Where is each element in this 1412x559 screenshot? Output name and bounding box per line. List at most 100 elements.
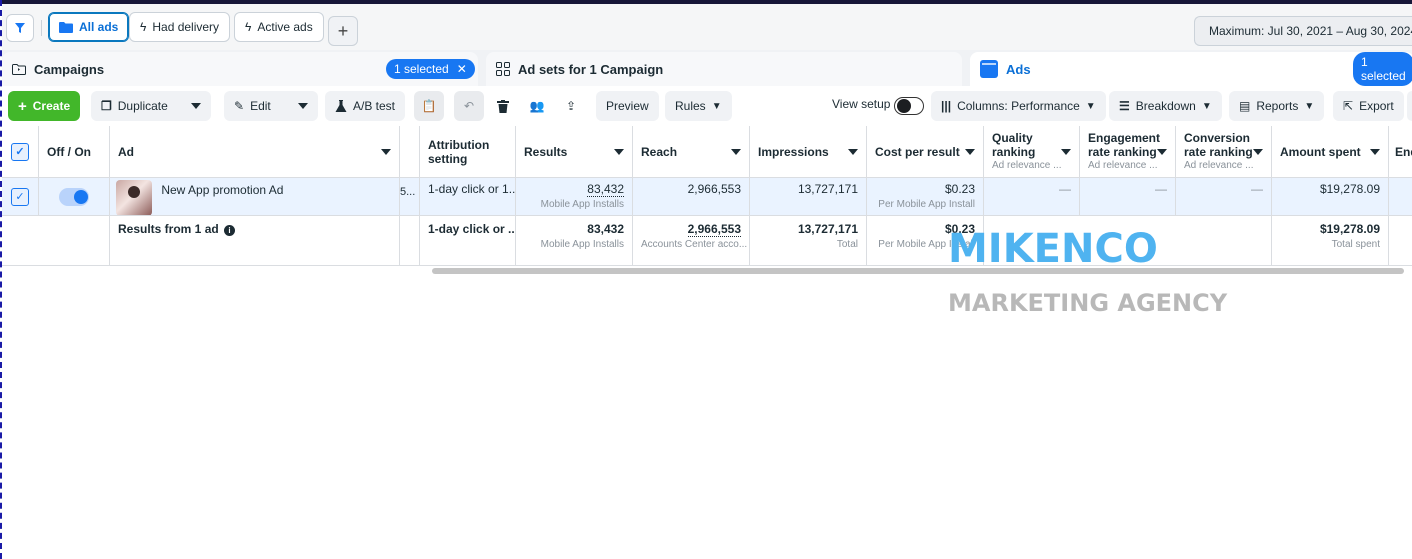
sort-caret-icon[interactable] — [381, 148, 391, 155]
duplicate-dropdown-icon[interactable] — [191, 103, 201, 109]
undo-button[interactable]: ↶ — [454, 91, 484, 121]
sort-caret-icon[interactable] — [1253, 148, 1263, 155]
watermark-subtitle: MARKETING AGENCY — [948, 289, 1228, 317]
people-icon: 👥 — [529, 99, 545, 113]
view-setup-toggle[interactable] — [894, 97, 924, 115]
filter-button[interactable] — [6, 14, 34, 42]
header-ends[interactable]: End — [1389, 126, 1412, 177]
totals-label-cell: Results from 1 ad i — [110, 216, 400, 265]
header-quality-sub: Ad relevance ... — [992, 159, 1062, 171]
sort-caret-icon[interactable] — [1061, 148, 1071, 155]
ad-name[interactable]: New App promotion Ad — [161, 183, 283, 197]
trash-icon — [497, 99, 509, 113]
preview-button[interactable]: Preview — [596, 91, 659, 121]
totals-spacer — [2, 216, 39, 265]
campaigns-selected-label: 1 selected — [394, 62, 449, 76]
horizontal-scrollbar[interactable] — [432, 268, 1404, 274]
ads-selected-pill[interactable]: 1 selected — [1353, 52, 1412, 86]
totals-amount-sub: Total spent — [1331, 239, 1380, 250]
chip-all-ads[interactable]: All ads — [48, 12, 130, 42]
header-results[interactable]: Results — [516, 126, 633, 177]
preview-label: Preview — [606, 99, 649, 113]
table-row[interactable]: ✓ New App promotion Ad 5... 1-day click … — [2, 178, 1412, 216]
share-icon: ⇪ — [565, 99, 577, 113]
header-cost-per-result[interactable]: Cost per result — [867, 126, 984, 177]
create-label: Create — [32, 99, 71, 113]
rules-button[interactable]: Rules ▼ — [665, 91, 732, 121]
truncated-cell: 5... — [400, 178, 420, 215]
tab-ads[interactable]: Ads 1 selected — [970, 52, 1412, 86]
check-icon: ✓ — [15, 191, 25, 203]
edit-button[interactable]: ✎ Edit — [224, 91, 318, 121]
header-ends-label: End — [1395, 144, 1412, 159]
totals-results-cell: 83,432 Mobile App Installs — [516, 216, 633, 265]
impressions-value: 13,727,171 — [797, 182, 858, 196]
impressions-cell: 13,727,171 — [750, 178, 867, 215]
totals-row: Results from 1 ad i 1-day click or ... 8… — [2, 216, 1412, 266]
quality-cell: — — [984, 178, 1080, 215]
breakdown-icon: ☰ — [1119, 99, 1130, 113]
sort-caret-icon[interactable] — [965, 148, 975, 155]
reports-button[interactable]: ▤ Reports ▼ — [1229, 91, 1325, 121]
header-quality-ranking[interactable]: Quality ranking Ad relevance ... — [984, 126, 1080, 177]
chip-had-delivery[interactable]: ϟ Had delivery — [129, 12, 231, 42]
header-impressions-label: Impressions — [758, 144, 829, 159]
ab-test-button[interactable]: A/B test — [325, 91, 406, 121]
breakdown-label: Breakdown — [1135, 99, 1196, 113]
watermark-title: MIKENCO — [948, 226, 1158, 272]
add-filter-button[interactable]: + — [328, 16, 358, 46]
header-ad[interactable]: Ad — [110, 126, 400, 177]
sort-caret-icon[interactable] — [731, 148, 741, 155]
delete-button[interactable] — [488, 91, 518, 121]
more-button[interactable] — [1407, 91, 1412, 121]
date-range-label: Maximum: Jul 30, 2021 – Aug 30, 2024 — [1209, 24, 1412, 38]
header-amount-label: Amount spent — [1280, 144, 1361, 159]
clear-selection-icon[interactable]: ✕ — [457, 62, 467, 76]
totals-reach[interactable]: 2,966,553 — [687, 222, 741, 237]
header-amount-spent[interactable]: Amount spent — [1272, 126, 1389, 177]
date-range-picker[interactable]: Maximum: Jul 30, 2021 – Aug 30, 2024 — [1194, 16, 1412, 46]
audience-button[interactable]: 👥 — [522, 91, 552, 121]
header-reach[interactable]: Reach — [633, 126, 750, 177]
results-value[interactable]: 83,432 — [587, 182, 624, 197]
totals-reach-sub: Accounts Center acco... — [641, 239, 748, 250]
chip-active-ads[interactable]: ϟ Active ads — [234, 12, 324, 42]
export-button[interactable]: ⇱ Export — [1333, 91, 1404, 121]
tab-ads-label: Ads — [1006, 61, 1031, 77]
share-button[interactable]: ⇪ — [556, 91, 586, 121]
select-all-checkbox[interactable]: ✓ — [11, 142, 29, 161]
breakdown-button[interactable]: ☰ Breakdown ▼ — [1109, 91, 1222, 121]
tab-campaigns[interactable]: Campaigns 1 selected ✕ — [2, 52, 478, 86]
campaign-folder-icon — [12, 64, 26, 75]
header-engagement-ranking[interactable]: Engagement rate ranking Ad relevance ... — [1080, 126, 1176, 177]
ad-on-off-toggle[interactable] — [59, 187, 89, 206]
plus-icon: + — [18, 97, 27, 115]
header-attribution[interactable]: Attribution setting — [420, 126, 516, 177]
columns-button[interactable]: ||| Columns: Performance ▼ — [931, 91, 1106, 121]
tab-adsets[interactable]: Ad sets for 1 Campaign — [486, 52, 962, 86]
duplicate-button[interactable]: ❐ Duplicate — [91, 91, 211, 121]
header-reach-label: Reach — [641, 144, 678, 159]
row-select-cell: ✓ — [2, 178, 39, 215]
header-conversion-sub: Ad relevance ... — [1184, 159, 1254, 171]
edit-label: Edit — [250, 99, 271, 113]
ad-name-cell[interactable]: New App promotion Ad — [110, 178, 400, 215]
header-impressions[interactable]: Impressions — [750, 126, 867, 177]
header-conversion-ranking[interactable]: Conversion rate ranking Ad relevance ... — [1176, 126, 1272, 177]
sort-caret-icon[interactable] — [614, 148, 624, 155]
header-conversion-line1: Conversion — [1184, 130, 1251, 145]
create-button[interactable]: + Create — [8, 91, 81, 121]
campaigns-selected-pill[interactable]: 1 selected ✕ — [386, 59, 475, 79]
sort-caret-icon[interactable] — [1157, 148, 1167, 155]
sort-caret-icon[interactable] — [1370, 148, 1380, 155]
totals-ends — [1389, 216, 1412, 265]
reach-cell: 2,966,553 — [633, 178, 750, 215]
header-results-label: Results — [524, 144, 568, 159]
divider — [41, 20, 42, 36]
edit-dropdown-icon[interactable] — [298, 103, 308, 109]
breakdown-dropdown-icon: ▼ — [1201, 100, 1212, 112]
sort-caret-icon[interactable] — [848, 148, 858, 155]
clipboard-button[interactable]: 📋 — [414, 91, 444, 121]
row-checkbox[interactable]: ✓ — [11, 187, 29, 206]
info-icon[interactable]: i — [224, 225, 236, 236]
